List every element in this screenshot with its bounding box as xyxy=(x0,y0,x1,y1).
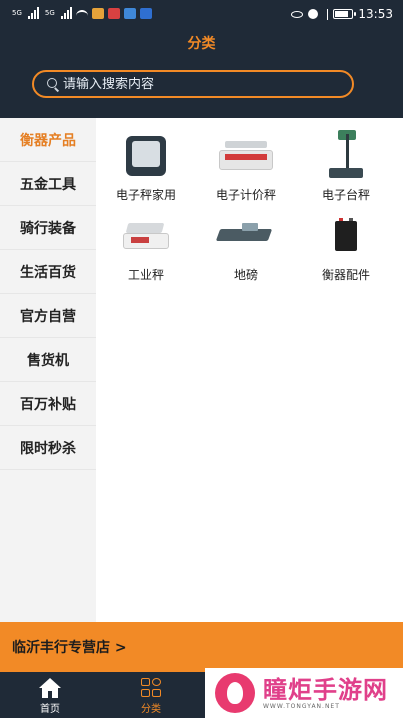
sidebar-item-label: 售货机 xyxy=(27,352,69,369)
signal-icon-2 xyxy=(60,7,72,19)
nav-home[interactable]: 首页 xyxy=(20,678,80,715)
store-label: 临沂丰行专营店 > xyxy=(12,640,127,656)
sidebar-item-label: 百万补贴 xyxy=(20,396,76,413)
status-bar: 5G 5G 13:53 xyxy=(0,0,403,28)
floor-scale-icon xyxy=(215,223,274,249)
sidebar-item-label: 五金工具 xyxy=(20,176,76,193)
industrial-scale-icon xyxy=(121,221,171,251)
status-left: 5G 5G xyxy=(10,7,152,19)
product-item-floor-scale[interactable]: 地磅 xyxy=(196,208,296,283)
sidebar-item-label: 官方自营 xyxy=(20,308,76,325)
store-link[interactable]: 临沂丰行专营店 > xyxy=(0,622,403,672)
product-item-home-scale[interactable]: 电子秤家用 xyxy=(96,128,196,203)
sidebar-item-flash-sale[interactable]: 限时秒杀 xyxy=(0,426,96,470)
price-scale-icon xyxy=(219,141,273,171)
product-item-scale-accessories[interactable]: 衡器配件 xyxy=(296,208,396,283)
watermark-title: 瞳炬手游网 xyxy=(263,675,388,704)
product-label: 电子计价秤 xyxy=(215,188,276,202)
sidebar-item-official-store[interactable]: 官方自营 xyxy=(0,294,96,338)
app-notification-icon-2 xyxy=(107,7,120,19)
category-sidebar: 衡器产品 五金工具 骑行装备 生活百货 官方自营 售货机 百万补贴 限时秒杀 xyxy=(0,118,96,622)
network-badge-1: 5G xyxy=(12,8,22,17)
sidebar-item-million-subsidy[interactable]: 百万补贴 xyxy=(0,382,96,426)
product-item-price-scale[interactable]: 电子计价秤 xyxy=(196,128,296,203)
home-scale-icon xyxy=(126,136,166,176)
sidebar-item-label: 骑行装备 xyxy=(20,220,76,237)
product-label: 电子台秤 xyxy=(321,188,370,202)
app: 5G 5G 13:53 分类 衡器产 xyxy=(0,0,403,718)
nav-home-label: 首页 xyxy=(40,704,60,715)
header: 5G 5G 13:53 分类 xyxy=(0,0,403,118)
app-notification-icon xyxy=(91,7,104,19)
bluetooth-icon xyxy=(323,8,329,20)
sidebar-item-vending-machine[interactable]: 售货机 xyxy=(0,338,96,382)
home-icon xyxy=(39,678,61,698)
battery-status-icon xyxy=(333,9,357,19)
product-label: 地磅 xyxy=(233,268,258,282)
app-notification-icon-4 xyxy=(139,7,152,19)
battery-icon xyxy=(335,218,357,251)
watermark: 瞳炬手游网 WWW.TONGYAN.NET xyxy=(205,668,403,718)
product-label: 工业秤 xyxy=(127,268,164,282)
sidebar-item-cycling-gear[interactable]: 骑行装备 xyxy=(0,206,96,250)
platform-scale-icon xyxy=(326,128,366,184)
watermark-subtitle: WWW.TONGYAN.NET xyxy=(263,702,340,710)
alarm-icon xyxy=(308,9,319,19)
network-badge-2: 5G xyxy=(44,8,55,17)
sidebar-item-label: 生活百货 xyxy=(20,264,76,281)
status-right: 13:53 xyxy=(291,7,393,21)
wifi-icon xyxy=(75,10,88,16)
watermark-text: 瞳炬手游网 WWW.TONGYAN.NET xyxy=(263,677,388,710)
product-item-platform-scale[interactable]: 电子台秤 xyxy=(296,128,396,203)
nav-category-label: 分类 xyxy=(141,704,161,715)
status-time: 13:53 xyxy=(358,7,393,21)
app-notification-icon-3 xyxy=(123,7,136,19)
eye-icon xyxy=(291,10,304,18)
product-label: 衡器配件 xyxy=(321,268,370,282)
nav-category[interactable]: 分类 xyxy=(121,678,181,715)
sidebar-item-weighing-products[interactable]: 衡器产品 xyxy=(0,118,96,162)
category-grid-icon xyxy=(140,678,162,698)
search-bar[interactable] xyxy=(32,70,354,98)
sidebar-item-label: 限时秒杀 xyxy=(20,440,76,457)
sidebar-item-label: 衡器产品 xyxy=(20,132,76,149)
product-label: 电子秤家用 xyxy=(115,188,176,202)
flame-logo-icon xyxy=(215,673,255,713)
search-icon xyxy=(46,77,60,92)
sidebar-item-daily-goods[interactable]: 生活百货 xyxy=(0,250,96,294)
search-input[interactable] xyxy=(63,76,323,92)
signal-icon xyxy=(27,7,39,19)
page-title: 分类 xyxy=(187,36,216,52)
product-item-industrial-scale[interactable]: 工业秤 xyxy=(96,208,196,283)
sidebar-item-hardware-tools[interactable]: 五金工具 xyxy=(0,162,96,206)
product-panel: 电子秤家用 电子计价秤 电子台秤 工业秤 地磅 衡器配件 xyxy=(96,118,403,622)
